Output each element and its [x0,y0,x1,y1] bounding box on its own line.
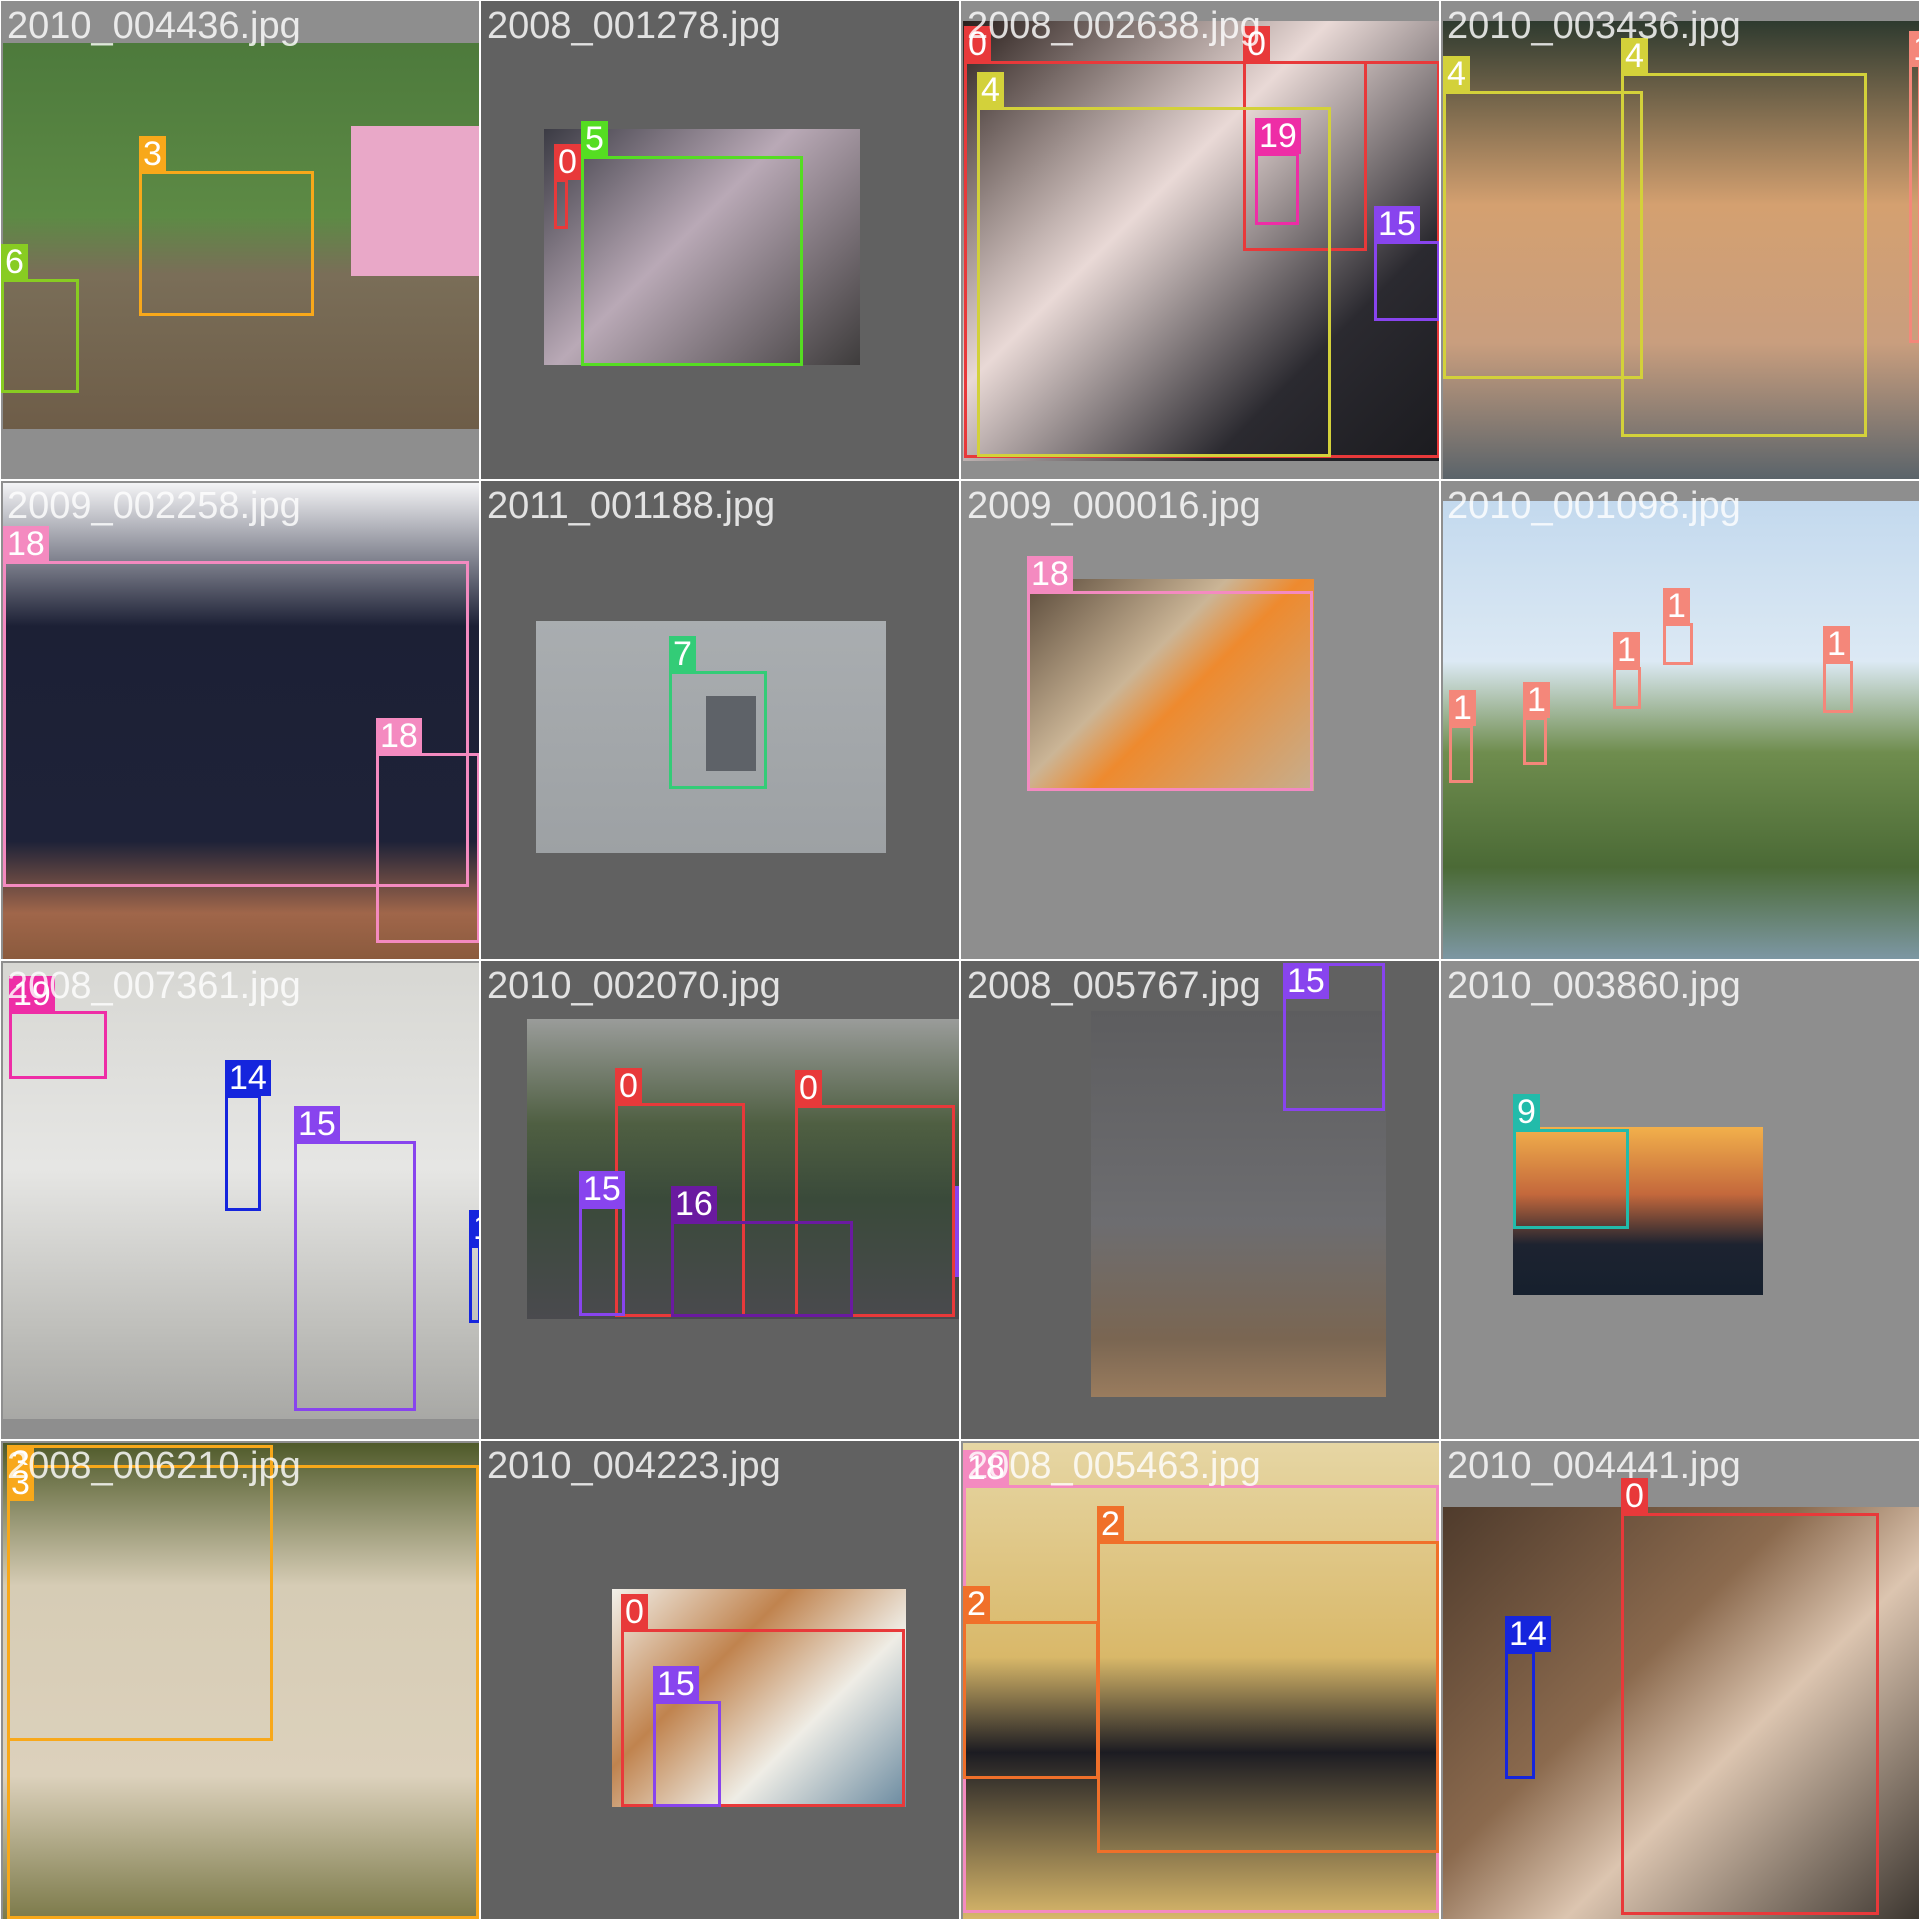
class-label: 18 [376,718,422,754]
mosaic-tile: 2009_002258.jpg 18 18 [0,480,480,960]
mosaic-tile: 2008_001278.jpg 5 0 [480,0,960,480]
class-label: 6 [1,244,28,280]
bounding-box: 4 [1443,56,1643,379]
photo-detail [351,126,479,276]
class-label: 0 [554,144,581,180]
tile-filename: 2010_004436.jpg [7,5,301,47]
tile-filename: 2010_004223.jpg [487,1445,781,1487]
bounding-box: 1 [1663,588,1693,665]
class-label: 14 [225,1060,271,1096]
class-label: 18 [1027,556,1073,592]
class-label: 1 [1909,31,1919,67]
tile-filename: 2009_000016.jpg [967,485,1261,527]
bounding-box: 15 [1283,963,1385,1111]
bounding-box: 18 [376,718,479,943]
tile-filename: 2011_001188.jpg [487,485,776,527]
bounding-box: 7 [669,636,767,789]
class-label: 1 [1523,682,1550,718]
class-label: 15 [653,1666,699,1702]
bounding-box: 1 [1613,632,1641,709]
class-label: 1 [1613,632,1640,668]
mosaic-tile: 2008_005463.jpg 18 2 2 [960,1440,1440,1920]
bounding-box: 15 [294,1106,416,1411]
bounding-box: 1 [1823,626,1853,713]
mosaic-tile: 2010_001098.jpg 1 1 1 1 1 [1440,480,1920,960]
class-label: 15 [1374,206,1420,242]
class-label: 9 [1513,1094,1540,1130]
tile-photo [1443,501,1919,959]
tile-filename: 2009_002258.jpg [7,485,301,527]
bounding-box: 18 [1027,556,1313,791]
bounding-box: 15 [653,1666,721,1807]
class-label: 15 [579,1171,625,1207]
bounding-box: 14 [469,1210,479,1323]
mosaic-tile: 2011_001188.jpg 7 [480,480,960,960]
class-label: 2 [1097,1506,1124,1542]
class-label: 16 [671,1186,717,1222]
class-label: 5 [581,121,608,157]
tile-filename: 2010_002070.jpg [487,965,781,1007]
tile-filename: 2008_002638.jpg [967,5,1261,47]
bounding-box: 15 [579,1171,625,1316]
class-label: 18 [3,526,49,562]
bounding-box: 1 [1449,690,1476,783]
image-mosaic: 2010_004436.jpg 3 6 2008_001278.jpg 5 0 2008_0… [0,0,1920,1920]
class-label: 1 [1449,690,1476,726]
mosaic-tile: 2008_006210.jpg 3 3 [0,1440,480,1920]
bounding-box: 1 [1523,682,1550,765]
class-label: 15 [1283,963,1329,999]
class-label: 15 [294,1106,340,1142]
tile-filename: 2010_003436.jpg [1447,5,1741,47]
class-label: 0 [795,1070,822,1106]
mosaic-tile: 2010_004436.jpg 3 6 [0,0,480,480]
class-label: 4 [977,72,1004,108]
bounding-box: 19 [1255,118,1301,225]
bounding-box: 0 [1621,1478,1879,1915]
tile-filename: 2008_001278.jpg [487,5,781,47]
mosaic-tile: 2008_005767.jpg 15 [960,960,1440,1440]
class-label: 0 [621,1594,648,1630]
bounding-box: 6 [1,244,79,393]
bounding-box: 16 [671,1186,853,1317]
class-label: 2 [963,1586,990,1622]
bounding-box: 15 [1374,206,1439,321]
class-label: 14 [1505,1616,1551,1652]
class-label: 0 [615,1068,642,1104]
bounding-box: 9 [1513,1094,1629,1229]
mosaic-tile: 2008_007361.jpg19 14 15 14 [0,960,480,1440]
class-label: 7 [669,636,696,672]
class-label: 14 [469,1210,479,1246]
tile-filename: 2008_006210.jpg [7,1445,301,1487]
bounding-box: 3 [7,1465,479,1919]
class-label: 1 [1663,588,1690,624]
bounding-box: 5 [581,121,803,366]
bounding-box: 19 [9,976,107,1079]
bounding-box: 3 [139,136,314,316]
bounding-box: 4 [1621,38,1867,437]
tile-filename: 2008_005767.jpg [967,965,1261,1007]
mosaic-tile: 2010_004223.jpg 0 15 [480,1440,960,1920]
mosaic-tile: 2010_003860.jpg 9 [1440,960,1920,1440]
class-label: 19 [1255,118,1301,154]
tile-filename: 2008_005463.jpg [967,1445,1261,1487]
tile-filename: 2008_007361.jpg [7,965,301,1007]
tile-filename: 2010_001098.jpg [1447,485,1741,527]
mosaic-tile: 2010_002070.jpg00151615 [480,960,960,1440]
mosaic-tile: 2010_003436.jpg441 [1440,0,1920,480]
class-label: 1 [1823,626,1850,662]
bounding-box: 2 [1097,1506,1439,1853]
bounding-box: 14 [1505,1616,1551,1779]
tile-filename: 2010_003860.jpg [1447,965,1741,1007]
mosaic-tile: 2009_000016.jpg 18 [960,480,1440,960]
bounding-box: 0 [554,144,581,229]
mosaic-tile: 2008_002638.jpg 0 0 4 19 15 [960,0,1440,480]
mosaic-tile: 2010_004441.jpg 0 14 [1440,1440,1920,1920]
bounding-box: 1 [1909,31,1919,343]
class-label: 4 [1443,56,1470,92]
bounding-box: 14 [225,1060,271,1211]
tile-filename: 2010_004441.jpg [1447,1445,1741,1487]
bounding-box: 2 [963,1586,1099,1779]
class-label: 3 [139,136,166,172]
